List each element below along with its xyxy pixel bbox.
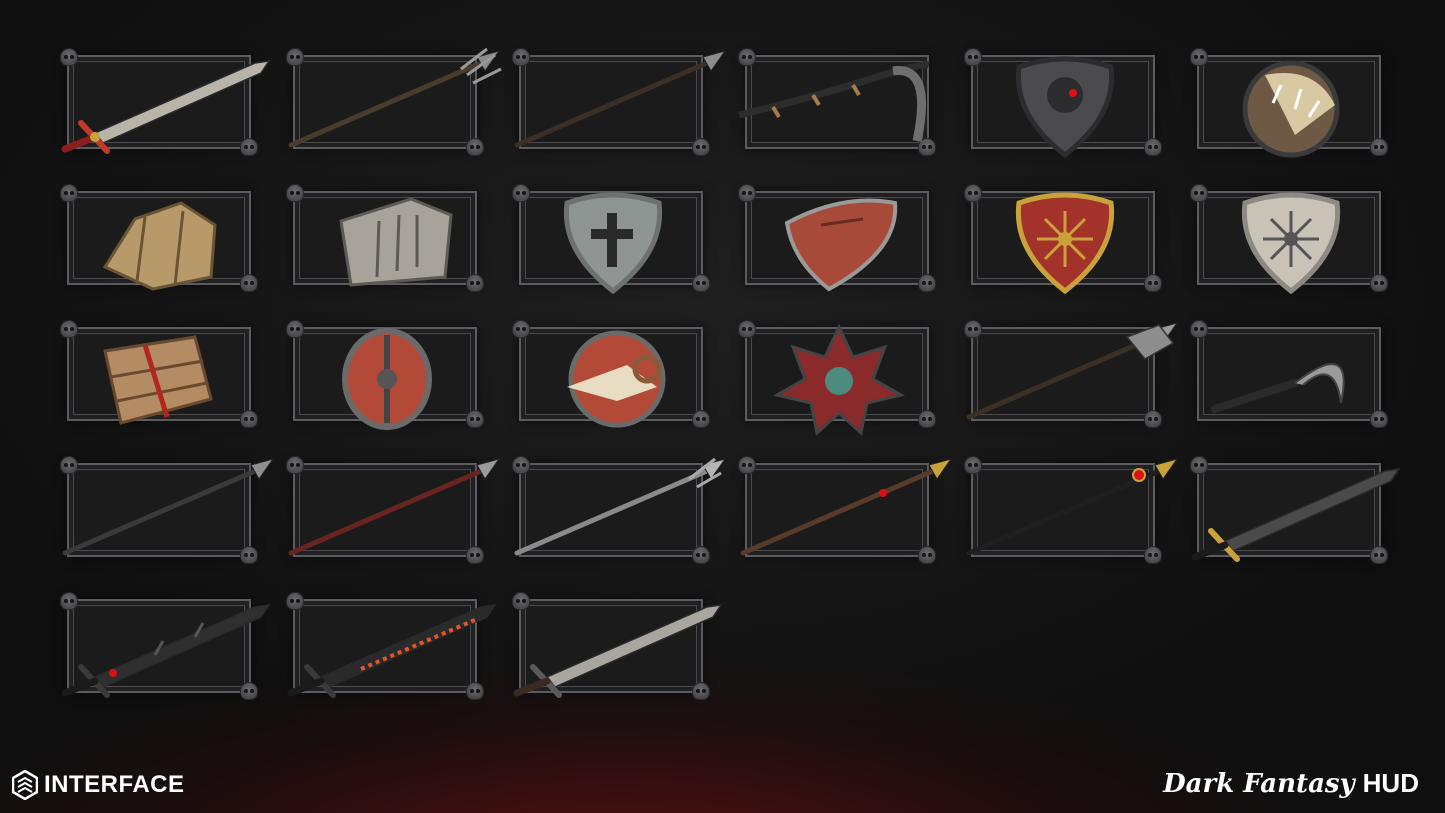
- thin-spear-icon: [62, 458, 275, 556]
- inventory-slot[interactable]: [1190, 48, 1388, 158]
- dark-blade-icon: [1191, 468, 1401, 562]
- inventory-slot[interactable]: [286, 592, 497, 700]
- silver-trident-spear-icon: [514, 457, 727, 556]
- inventory-slot[interactable]: [1190, 456, 1401, 564]
- inventory-slot[interactable]: [738, 184, 936, 292]
- inventory-slot[interactable]: [286, 47, 502, 156]
- plank-shield-icon: [103, 335, 213, 425]
- inventory-slot[interactable]: [1190, 184, 1388, 295]
- axe-staff-icon: [966, 322, 1179, 420]
- inventory-slot[interactable]: [738, 320, 936, 436]
- inventory-slot[interactable]: [512, 184, 710, 295]
- inventory-slot[interactable]: [60, 456, 275, 564]
- inventory-slot[interactable]: [60, 48, 271, 156]
- inventory-slot[interactable]: [1190, 320, 1388, 428]
- inventory-slot[interactable]: [512, 48, 727, 156]
- chaos-gold-shield-icon: [1015, 192, 1115, 295]
- interface-label: INTERFACE: [44, 771, 185, 798]
- dark-fantasy-hud-brand: Dark Fantasy HUD: [1163, 768, 1419, 799]
- gold-spear-icon: [740, 458, 953, 556]
- inventory-slot[interactable]: [286, 456, 501, 564]
- dark-staff-icon: [966, 458, 1179, 556]
- inventory-slot[interactable]: [286, 184, 484, 292]
- inventory-slot[interactable]: [60, 184, 258, 292]
- inventory-slot[interactable]: [286, 320, 484, 430]
- cross-shield-icon: [563, 192, 663, 295]
- inventory-slot[interactable]: [512, 456, 727, 564]
- inventory-slot[interactable]: [512, 592, 723, 700]
- round-red-shield-icon: [342, 328, 432, 430]
- brand-title: Dark Fantasy: [1163, 768, 1355, 799]
- chaos-silver-shield-icon: [1241, 192, 1341, 295]
- inventory-grid: [0, 0, 1445, 813]
- interface-brand: INTERFACE: [12, 770, 185, 800]
- inventory-slot[interactable]: [60, 592, 271, 700]
- inventory-slot[interactable]: [738, 456, 953, 564]
- rock-shield-icon: [102, 201, 217, 291]
- inventory-slot[interactable]: [964, 48, 1162, 159]
- broadsword-icon: [61, 60, 271, 154]
- red-spear-icon: [288, 458, 501, 556]
- bone-scythe-icon: [738, 61, 931, 142]
- brand-suffix: HUD: [1362, 768, 1419, 798]
- inventory-slot[interactable]: [512, 320, 710, 428]
- steel-sword-icon: [513, 604, 723, 698]
- red-kite-shield-icon: [784, 198, 898, 292]
- inventory-slot[interactable]: [964, 320, 1179, 428]
- ram-skull-shield-icon: [567, 330, 666, 428]
- inventory-slot[interactable]: [964, 184, 1162, 295]
- skull-shield-icon: [1015, 56, 1115, 159]
- spiked-flower-shield-icon: [772, 323, 906, 436]
- inventory-slot[interactable]: [964, 456, 1179, 564]
- inventory-slot[interactable]: [738, 48, 936, 156]
- spear-icon: [514, 50, 727, 148]
- sickle-icon: [1211, 363, 1345, 413]
- rune-greatsword-icon: [287, 604, 497, 698]
- claw-shield-icon: [1242, 60, 1340, 158]
- interface-logo-icon: [12, 770, 38, 800]
- trident-icon: [288, 47, 502, 148]
- stone-slab-shield-icon: [339, 197, 453, 287]
- inventory-slot[interactable]: [60, 320, 258, 428]
- spiked-sword-icon: [61, 604, 271, 698]
